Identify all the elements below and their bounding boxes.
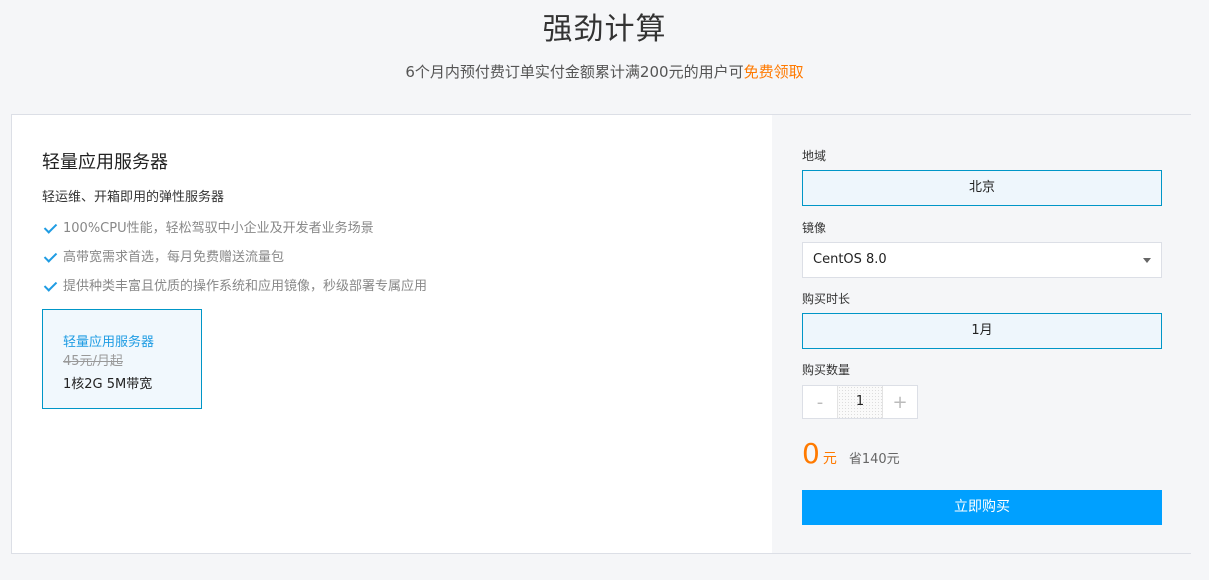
price-row: 0 元省140元 <box>802 437 900 470</box>
promo-text: 6个月内预付费订单实付金额累计满200元的用户可 <box>405 63 744 81</box>
config-panel: 地域 北京 镜像 CentOS 8.0 购买时长 1月 购买数量 - 1 + 0… <box>772 115 1191 553</box>
check-icon <box>44 251 56 263</box>
feature-item: 100%CPU性能，轻松驾驭中小企业及开发者业务场景 <box>42 219 427 248</box>
check-icon <box>44 280 56 292</box>
image-label: 镜像 <box>802 221 827 235</box>
page-title: 强劲计算 <box>542 12 667 47</box>
image-select[interactable]: CentOS 8.0 <box>802 242 1162 278</box>
check-icon <box>44 222 56 234</box>
purchase-card: 轻量应用服务器 轻运维、开箱即用的弹性服务器 100%CPU性能，轻松驾驭中小企… <box>11 114 1191 554</box>
product-description: 轻运维、开箱即用的弹性服务器 <box>42 190 225 205</box>
image-select-value: CentOS 8.0 <box>813 252 887 267</box>
feature-list: 100%CPU性能，轻松驾驭中小企业及开发者业务场景 高带宽需求首选，每月免费赠… <box>42 219 427 306</box>
caret-down-icon <box>1143 258 1151 263</box>
free-claim-link[interactable]: 免费领取 <box>744 63 804 81</box>
quantity-input[interactable]: 1 <box>837 386 883 418</box>
quantity-label: 购买数量 <box>802 363 851 377</box>
price-unit: 元 <box>822 451 837 467</box>
duration-label: 购买时长 <box>802 292 851 306</box>
promo-subtitle: 6个月内预付费订单实付金额累计满200元的用户可免费领取 <box>0 61 1209 82</box>
spec-detail: 1核2G 5M带宽 <box>63 377 153 392</box>
duration-selector[interactable]: 1月 <box>802 313 1162 349</box>
region-label: 地域 <box>802 149 827 163</box>
region-selector[interactable]: 北京 <box>802 170 1162 206</box>
quantity-plus-button[interactable]: + <box>883 386 917 418</box>
feature-text: 高带宽需求首选，每月免费赠送流量包 <box>63 250 285 265</box>
price-amount: 0 <box>802 437 820 470</box>
buy-now-button[interactable]: 立即购买 <box>802 490 1162 525</box>
spec-original-price: 45元/月起 <box>63 354 123 369</box>
spec-option-card[interactable]: 轻量应用服务器 45元/月起 1核2G 5M带宽 <box>42 309 202 409</box>
price-saving: 省140元 <box>848 452 900 467</box>
feature-item: 提供种类丰富且优质的操作系统和应用镜像，秒级部署专属应用 <box>42 277 427 306</box>
quantity-minus-button[interactable]: - <box>803 386 837 418</box>
product-title: 轻量应用服务器 <box>42 152 168 173</box>
feature-text: 100%CPU性能，轻松驾驭中小企业及开发者业务场景 <box>63 221 374 236</box>
feature-text: 提供种类丰富且优质的操作系统和应用镜像，秒级部署专属应用 <box>63 279 428 294</box>
product-info-panel: 轻量应用服务器 轻运维、开箱即用的弹性服务器 100%CPU性能，轻松驾驭中小企… <box>12 115 772 553</box>
spec-name: 轻量应用服务器 <box>63 335 155 350</box>
feature-item: 高带宽需求首选，每月免费赠送流量包 <box>42 248 427 277</box>
quantity-stepper: - 1 + <box>802 385 918 419</box>
